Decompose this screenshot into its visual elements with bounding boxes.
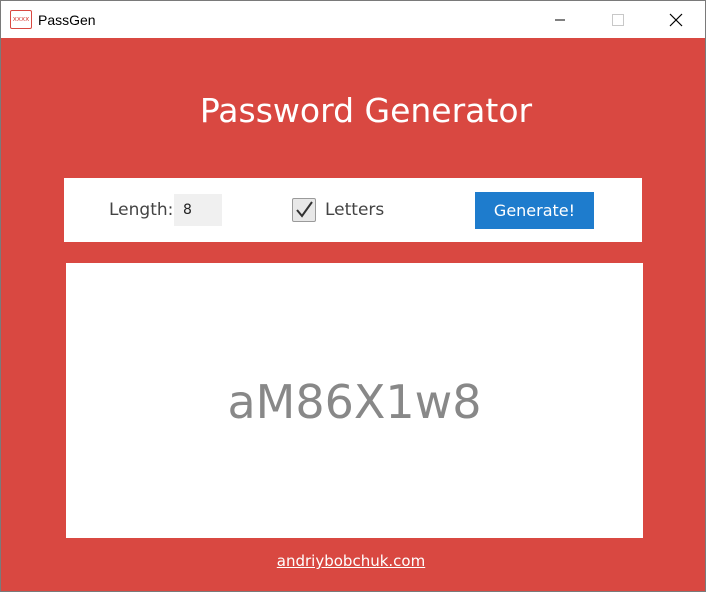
window-title: PassGen — [38, 11, 96, 28]
length-label: Length: — [109, 200, 174, 220]
close-icon — [669, 13, 683, 26]
footer-link[interactable]: andriybobchuk.com — [1, 552, 701, 570]
letters-label[interactable]: Letters — [325, 200, 384, 220]
controls-panel: Length: Letters Generate! — [64, 178, 642, 242]
length-input[interactable] — [174, 194, 222, 226]
generate-button[interactable]: Generate! — [475, 192, 594, 229]
letters-checkbox[interactable] — [292, 198, 316, 222]
title-bar[interactable]: xxxx PassGen — [1, 1, 705, 38]
close-button[interactable] — [647, 1, 705, 38]
window-controls — [531, 1, 705, 38]
app-window: xxxx PassGen Password Generator Length: … — [0, 0, 706, 592]
checkmark-icon — [296, 201, 313, 218]
maximize-icon — [612, 13, 624, 26]
page-title: Password Generator — [199, 91, 533, 130]
app-icon: xxxx — [10, 10, 32, 29]
password-output-panel: aM86X1w8 — [66, 263, 643, 538]
generated-password: aM86X1w8 — [227, 375, 482, 429]
minimize-icon — [555, 19, 565, 20]
minimize-button[interactable] — [531, 1, 589, 38]
maximize-button[interactable] — [589, 1, 647, 38]
